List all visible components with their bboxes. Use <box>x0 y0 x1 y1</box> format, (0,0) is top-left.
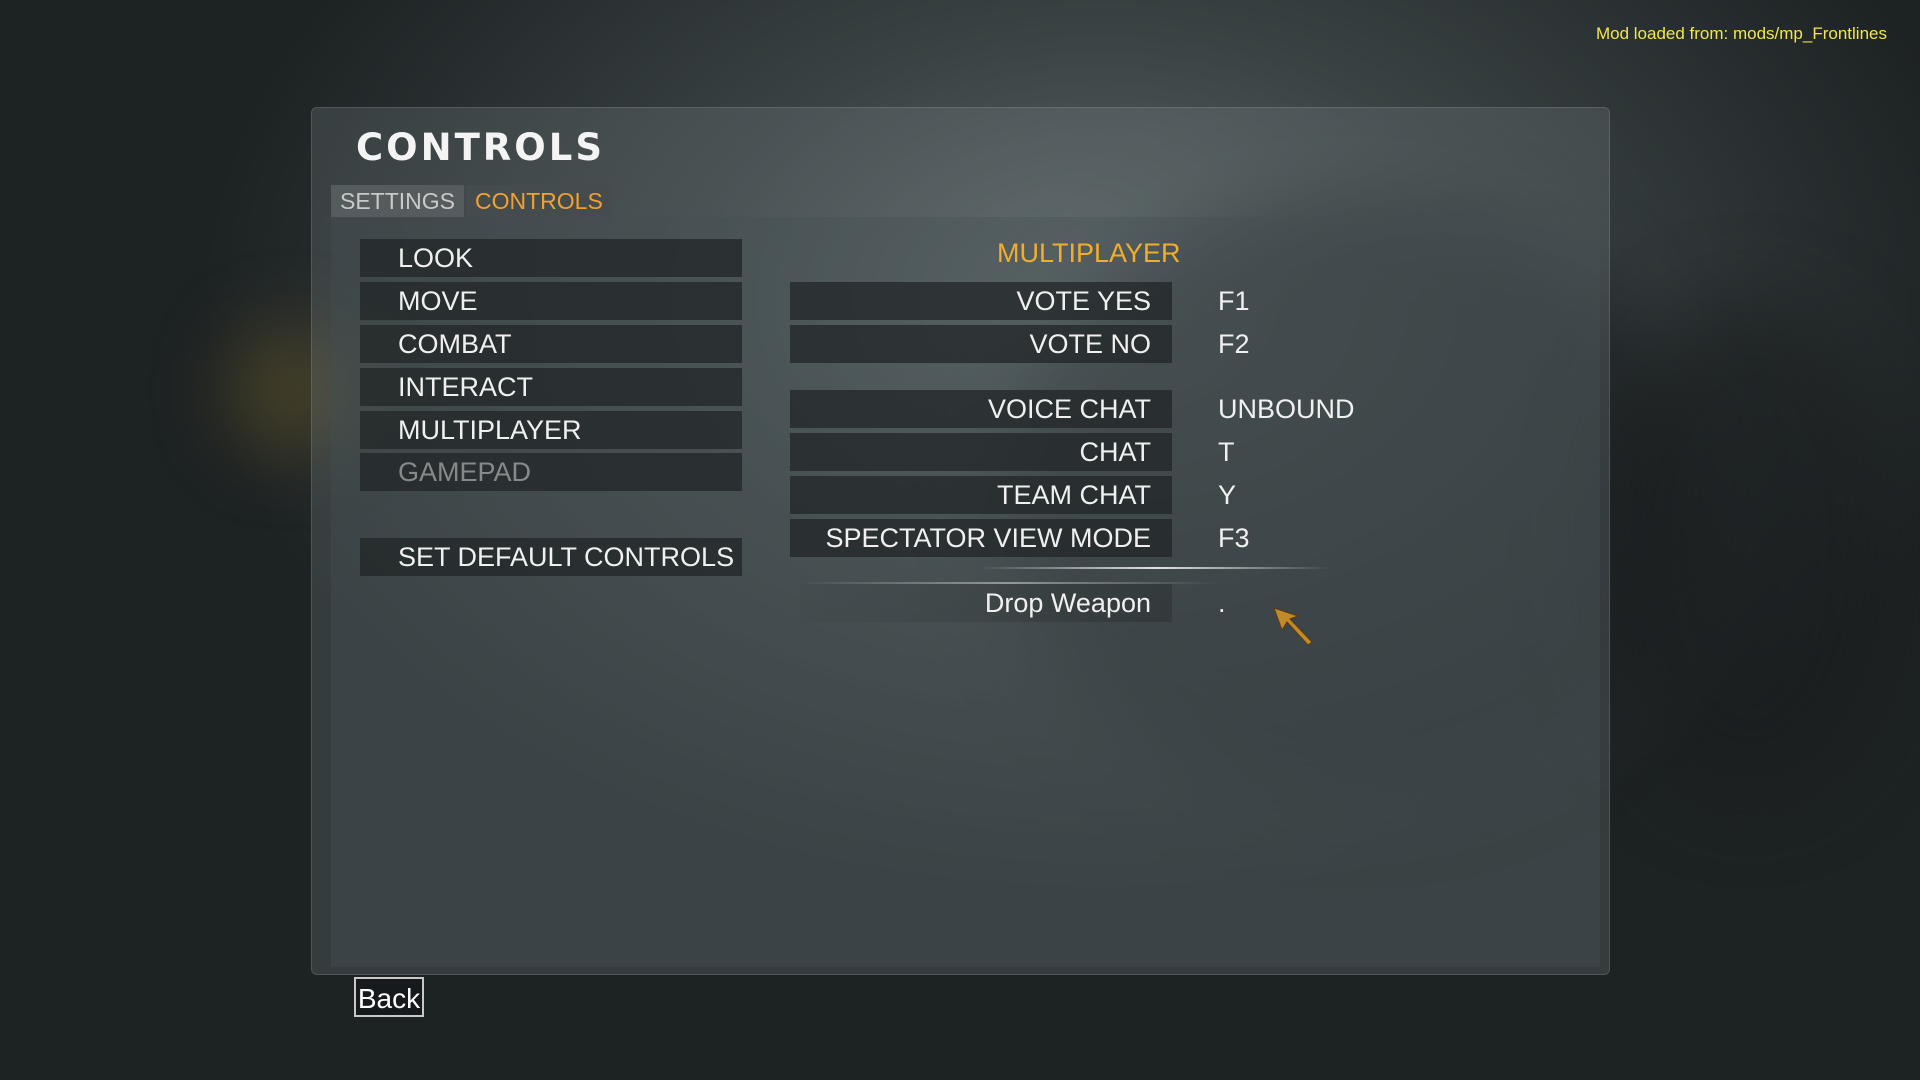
tab-settings[interactable]: SETTINGS <box>331 185 465 217</box>
binding-vote-yes[interactable]: VOTE YES <box>790 282 1172 320</box>
tab-bar: SETTINGS CONTROLS <box>331 185 614 217</box>
binding-key[interactable]: F1 <box>1218 282 1250 320</box>
page-title: CONTROLS <box>356 126 605 169</box>
section-title: MULTIPLAYER <box>997 238 1181 268</box>
binding-key[interactable]: Y <box>1218 476 1236 514</box>
mod-loaded-message: Mod loaded from: mods/mp_Frontlines <box>1595 24 1887 43</box>
binding-chat[interactable]: CHAT <box>790 433 1172 471</box>
category-interact[interactable]: INTERACT <box>360 368 742 406</box>
binding-drop-weapon[interactable]: Drop Weapon <box>800 584 1172 622</box>
tab-controls[interactable]: CONTROLS <box>466 185 612 217</box>
category-gamepad: GAMEPAD <box>360 453 742 491</box>
divider <box>980 567 1330 569</box>
binding-key[interactable]: . <box>1218 584 1226 622</box>
binding-team-chat[interactable]: TEAM CHAT <box>790 476 1172 514</box>
binding-spectator-view-mode[interactable]: SPECTATOR VIEW MODE <box>790 519 1172 557</box>
binding-vote-no[interactable]: VOTE NO <box>790 325 1172 363</box>
category-move[interactable]: MOVE <box>360 282 742 320</box>
mouse-cursor-icon <box>1272 606 1316 651</box>
set-default-controls-button[interactable]: SET DEFAULT CONTROLS <box>360 538 742 576</box>
binding-voice-chat[interactable]: VOICE CHAT <box>790 390 1172 428</box>
category-look[interactable]: LOOK <box>360 239 742 277</box>
background-blur <box>1600 300 1900 800</box>
binding-key[interactable]: T <box>1218 433 1235 471</box>
category-multiplayer[interactable]: MULTIPLAYER <box>360 411 742 449</box>
category-combat[interactable]: COMBAT <box>360 325 742 363</box>
binding-key[interactable]: F2 <box>1218 325 1250 363</box>
binding-key[interactable]: F3 <box>1218 519 1250 557</box>
back-button[interactable]: Back <box>354 977 424 1017</box>
binding-key[interactable]: UNBOUND <box>1218 390 1355 428</box>
